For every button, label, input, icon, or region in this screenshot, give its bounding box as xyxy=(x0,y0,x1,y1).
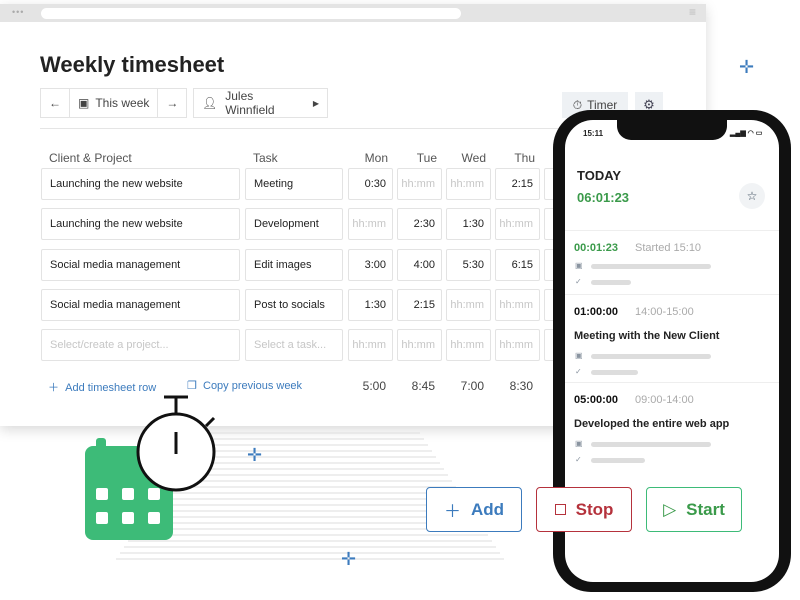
user-selector[interactable]: 👤︎ Jules Winnfield ▶ xyxy=(193,88,328,118)
star-icon: ☆ xyxy=(746,189,758,203)
task-select[interactable]: Post to socials xyxy=(245,289,343,321)
hours-input[interactable]: hh:mm xyxy=(397,168,442,200)
hours-input[interactable]: hh:mm xyxy=(446,168,491,200)
day-total: 5:00 xyxy=(362,379,386,393)
stop-icon xyxy=(554,504,566,515)
task-select[interactable]: Development xyxy=(245,208,343,240)
project-select[interactable]: Launching the new website xyxy=(41,208,240,240)
calendar-icon: ▣ xyxy=(78,96,90,110)
placeholder-bar xyxy=(591,264,711,269)
play-icon: ▷ xyxy=(663,499,677,519)
today-label: TODAY xyxy=(577,168,622,183)
check-icon: ✓ xyxy=(575,277,582,286)
task-select[interactable]: Edit images xyxy=(245,249,343,281)
hours-input[interactable]: 1:30 xyxy=(348,289,393,321)
hours-input[interactable]: 1:30 xyxy=(446,208,491,240)
hours-input[interactable]: 4:00 xyxy=(397,249,442,281)
hours-input[interactable]: 5:30 xyxy=(446,249,491,281)
week-navigator: ← ▣ This week → xyxy=(40,88,188,118)
hours-input[interactable]: hh:mm xyxy=(495,329,540,361)
stopwatch-icon xyxy=(136,395,216,492)
task-select[interactable]: Select a task... xyxy=(245,329,343,361)
hours-input[interactable]: 2:15 xyxy=(397,289,442,321)
favorite-button[interactable]: ☆ xyxy=(739,183,765,209)
project-select[interactable]: Social media management xyxy=(41,289,240,321)
hours-input[interactable]: hh:mm xyxy=(348,329,393,361)
window-dots-icon: ••• xyxy=(12,7,25,17)
hours-input[interactable]: 3:00 xyxy=(348,249,393,281)
briefcase-icon: ▣ xyxy=(575,351,583,360)
column-header: Task xyxy=(253,151,278,165)
browser-bar: ••• ≡ xyxy=(0,4,706,22)
sparkle-icon: ✛ xyxy=(341,549,357,569)
hours-input[interactable]: hh:mm xyxy=(446,289,491,321)
placeholder-bar xyxy=(591,280,631,285)
check-icon: ✓ xyxy=(575,455,582,464)
page-title: Weekly timesheet xyxy=(40,52,225,77)
column-header: Client & Project xyxy=(49,151,132,165)
hours-input[interactable]: 2:30 xyxy=(397,208,442,240)
hours-input[interactable]: 0:30 xyxy=(348,168,393,200)
menu-icon[interactable]: ≡ xyxy=(689,5,696,19)
time-entry[interactable]: 00:01:23 Started 15:10 ▣ ✓ xyxy=(565,230,779,294)
hours-input[interactable]: hh:mm xyxy=(495,208,540,240)
hours-input[interactable]: hh:mm xyxy=(397,329,442,361)
briefcase-icon: ▣ xyxy=(575,261,583,270)
address-bar[interactable] xyxy=(41,8,461,19)
day-total: 7:00 xyxy=(460,379,484,393)
sparkle-icon: ✛ xyxy=(739,57,755,77)
hours-input[interactable]: 2:15 xyxy=(495,168,540,200)
add-button[interactable]: ＋ Add xyxy=(426,487,522,532)
briefcase-icon: ▣ xyxy=(575,439,583,448)
project-select[interactable]: Social media management xyxy=(41,249,240,281)
project-select[interactable]: Launching the new website xyxy=(41,168,240,200)
caret-right-icon: ▶ xyxy=(312,98,319,108)
hours-input[interactable]: hh:mm xyxy=(495,289,540,321)
status-clock: 15:11 xyxy=(583,129,604,138)
task-select[interactable]: Meeting xyxy=(245,168,343,200)
column-header: Tue xyxy=(416,151,437,165)
sparkle-icon: ✛ xyxy=(247,445,263,465)
start-button[interactable]: ▷ Start xyxy=(646,487,742,532)
prev-week-button[interactable]: ← xyxy=(41,89,69,117)
placeholder-bar xyxy=(591,354,711,359)
placeholder-bar xyxy=(591,442,711,447)
hours-input[interactable]: hh:mm xyxy=(348,208,393,240)
column-header: Mon xyxy=(364,151,388,165)
hours-input[interactable]: 6:15 xyxy=(495,249,540,281)
next-week-button[interactable]: → xyxy=(157,89,186,117)
time-entry[interactable]: 01:00:00 14:00-15:00 Meeting with the Ne… xyxy=(565,294,779,382)
this-week-button[interactable]: ▣ This week xyxy=(69,89,157,117)
stop-button[interactable]: Stop xyxy=(536,487,632,532)
time-entry[interactable]: 05:00:00 09:00-14:00 Developed the entir… xyxy=(565,382,779,470)
day-total: 8:45 xyxy=(411,379,435,393)
placeholder-bar xyxy=(591,370,638,375)
plus-icon: ＋ xyxy=(443,502,461,521)
hours-input[interactable]: hh:mm xyxy=(446,329,491,361)
placeholder-bar xyxy=(591,458,645,463)
status-icons: ▂▄▆ ◠ ▭ xyxy=(730,130,763,137)
user-icon: 👤︎ xyxy=(202,96,218,110)
check-icon: ✓ xyxy=(575,367,582,376)
day-total: 8:30 xyxy=(509,379,533,393)
column-header: Wed xyxy=(461,151,486,165)
phone-notch xyxy=(617,120,727,140)
column-header: Thu xyxy=(514,151,535,165)
calendar-stopwatch-illustration xyxy=(85,395,216,540)
project-select[interactable]: Select/create a project... xyxy=(41,329,240,361)
today-total: 06:01:23 xyxy=(577,190,630,205)
